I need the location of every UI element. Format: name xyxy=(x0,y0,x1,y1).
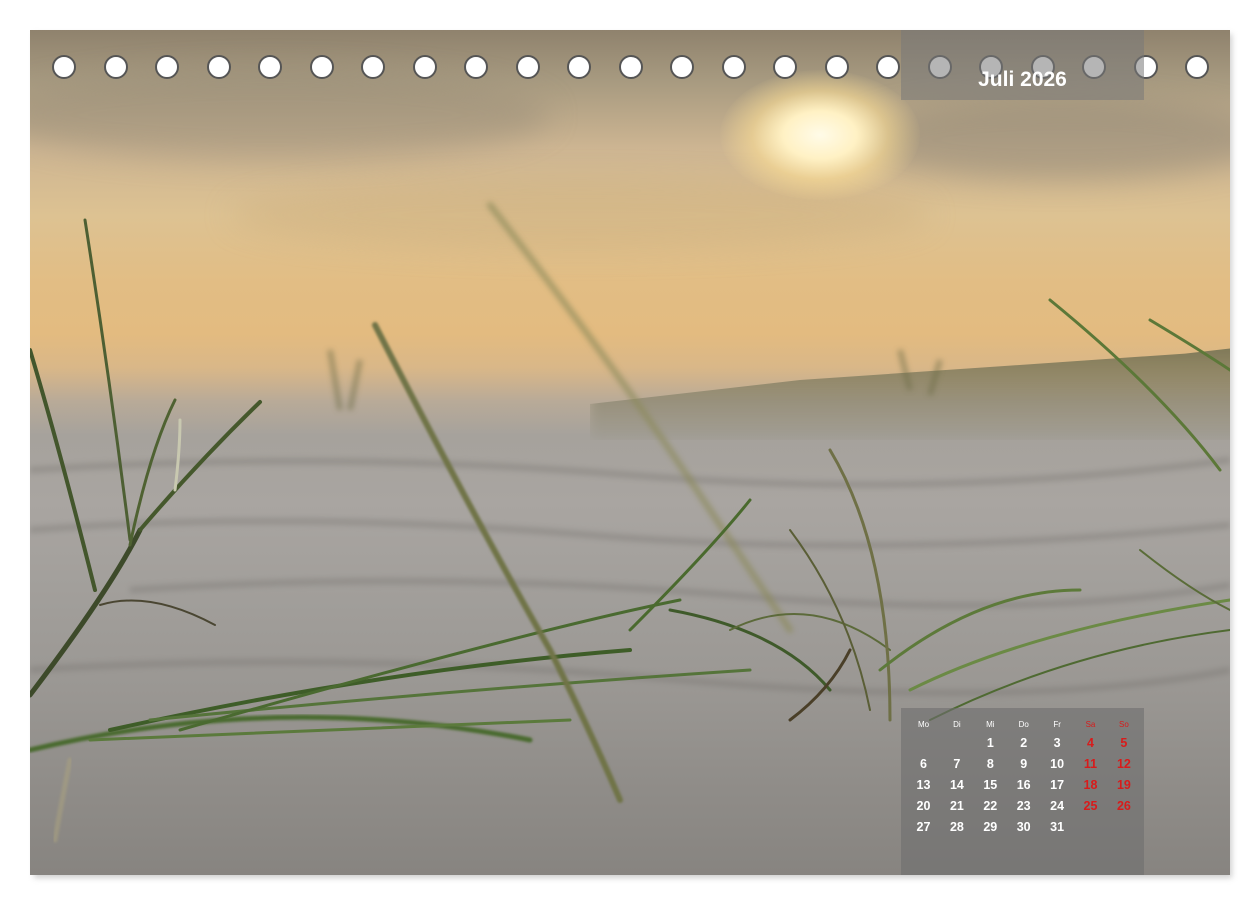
calendar-day: 15 xyxy=(983,778,998,792)
binding-ring xyxy=(824,55,849,79)
calendar-day: 23 xyxy=(1016,799,1031,813)
binding-ring xyxy=(206,55,231,79)
calendar-day: 1 xyxy=(986,736,994,750)
calendar-day: 6 xyxy=(920,757,927,771)
weekday-label: Di xyxy=(953,720,961,729)
calendar-day: 24 xyxy=(1050,799,1065,813)
binding-ring xyxy=(721,55,746,79)
calendar-day: 5 xyxy=(1120,736,1128,750)
calendar-day: 12 xyxy=(1116,757,1131,771)
calendar-day: 10 xyxy=(1050,757,1065,771)
binding-ring xyxy=(103,55,128,79)
calendar-day: 19 xyxy=(1116,778,1131,792)
calendar-day: 16 xyxy=(1016,778,1031,792)
calendar-day: 25 xyxy=(1083,799,1098,813)
calendar-day: 27 xyxy=(916,820,931,834)
calendar-week-row: 27 28 29 30 31 xyxy=(907,820,1140,840)
month-calendar-grid: Mo Di Mi Do Fr Sa So 1 2 3 4 5 6 7 8 9 10 11 12 13 14 15 16 17… xyxy=(901,708,1144,875)
binding-ring xyxy=(309,55,334,79)
calendar-day: 22 xyxy=(983,799,998,813)
binding-ring xyxy=(1185,55,1209,79)
binding-ring xyxy=(567,55,591,79)
calendar-day: 3 xyxy=(1053,736,1061,750)
weekday-label: So xyxy=(1118,720,1129,729)
weekday-label: Sa xyxy=(1085,720,1096,729)
calendar-week-row: 1 2 3 4 5 xyxy=(907,736,1140,756)
calendar-day: 9 xyxy=(1020,757,1028,771)
calendar-day: 29 xyxy=(983,820,998,834)
binding-ring xyxy=(52,55,76,79)
calendar-week-row: 6 7 8 9 10 11 12 xyxy=(907,757,1140,777)
weekday-label: Do xyxy=(1018,720,1029,729)
calendar-day: 2 xyxy=(1020,736,1028,750)
binding-ring xyxy=(876,55,900,79)
calendar-day: 30 xyxy=(1016,820,1031,834)
binding-ring xyxy=(515,55,540,79)
calendar-day: 18 xyxy=(1083,778,1098,792)
binding-ring xyxy=(412,55,437,79)
calendar-day: 28 xyxy=(949,820,964,834)
calendar-day: 17 xyxy=(1050,778,1065,792)
weekday-label: Mi xyxy=(986,720,995,729)
calendar-day: 21 xyxy=(949,799,964,813)
calendar-day: 11 xyxy=(1083,757,1098,771)
calendar-day: 4 xyxy=(1087,736,1094,750)
calendar-day: 14 xyxy=(949,778,964,792)
calendar-day: 7 xyxy=(953,757,961,771)
month-title-panel: Juli 2026 xyxy=(901,30,1144,100)
binding-ring xyxy=(155,55,179,79)
calendar-day: 31 xyxy=(1050,820,1065,834)
binding-ring xyxy=(618,55,643,79)
binding-ring xyxy=(773,55,797,79)
binding-ring xyxy=(258,55,282,79)
binding-ring xyxy=(464,55,488,79)
calendar-day: 13 xyxy=(916,778,931,792)
month-title: Juli 2026 xyxy=(978,68,1067,91)
weekday-header-row: Mo Di Mi Do Fr Sa So xyxy=(907,716,1140,736)
calendar-week-row: 13 14 15 16 17 18 19 xyxy=(907,778,1140,798)
calendar-day: 26 xyxy=(1116,799,1131,813)
binding-ring xyxy=(670,55,694,79)
weekday-label: Fr xyxy=(1053,720,1061,729)
calendar-week-row: 20 21 22 23 24 25 26 xyxy=(907,799,1140,819)
calendar-day: 8 xyxy=(986,757,994,771)
weekday-label: Mo xyxy=(917,720,930,729)
calendar-day: 20 xyxy=(916,799,931,813)
binding-ring xyxy=(361,55,385,79)
